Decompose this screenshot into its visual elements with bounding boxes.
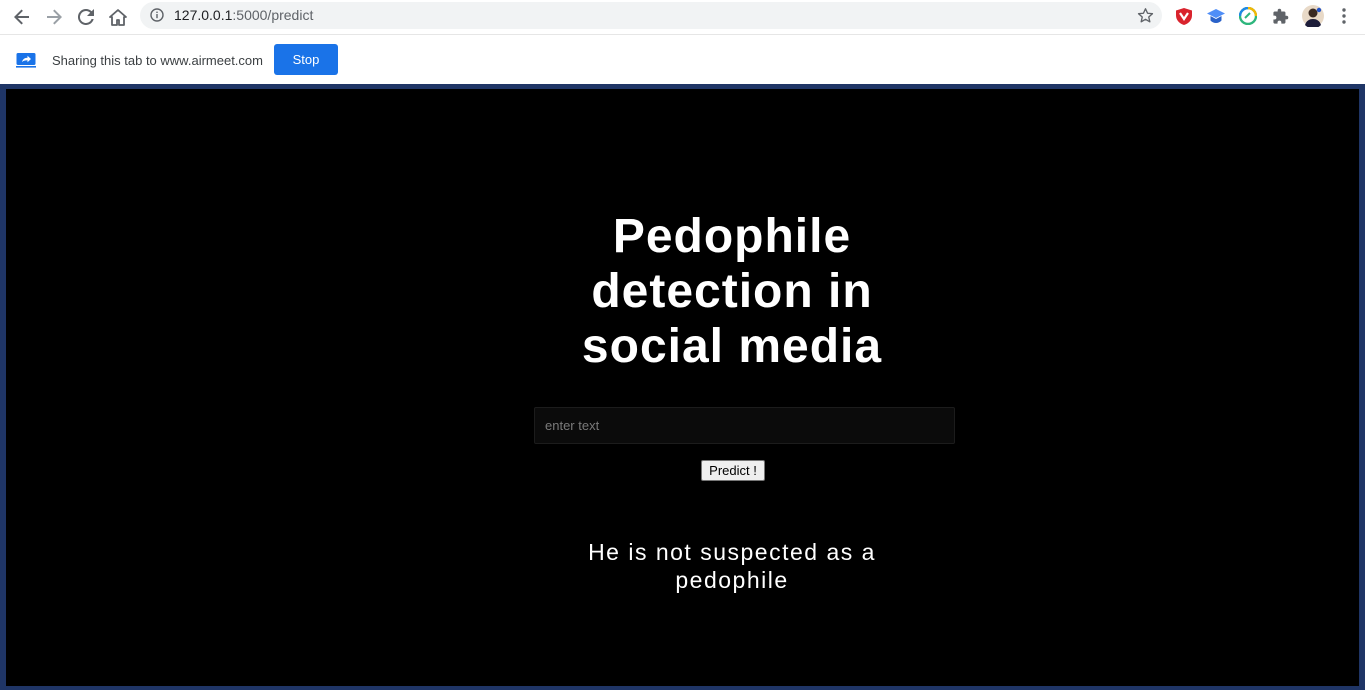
page-content: Pedophile detection in social media Pred… [6, 89, 1359, 686]
url-path: :5000/predict [232, 7, 314, 23]
back-arrow-icon [14, 9, 29, 25]
reload-icon [78, 9, 94, 25]
address-bar[interactable]: 127.0.0.1:5000/predict [140, 2, 1162, 29]
prediction-result: He is not suspected as a pedophile [588, 539, 876, 593]
forward-button[interactable] [40, 3, 68, 31]
home-icon [109, 8, 127, 26]
grammarly-extension-button[interactable] [1237, 5, 1259, 27]
kebab-menu-icon [1342, 8, 1346, 24]
graduation-extension-button[interactable] [1205, 5, 1227, 27]
url-text[interactable]: 127.0.0.1:5000/predict [174, 7, 313, 23]
page-frame: Pedophile detection in social media Pred… [0, 84, 1365, 690]
star-icon[interactable] [1137, 7, 1154, 24]
extensions-button[interactable] [1269, 5, 1291, 27]
back-button[interactable] [8, 3, 36, 31]
graduation-cap-extension-icon [1207, 8, 1225, 23]
screen-share-icon [16, 53, 36, 68]
page-title: Pedophile detection in social media [581, 210, 883, 373]
prediction-result-wrap: He is not suspected as a pedophile [6, 538, 1365, 594]
sharing-message: Sharing this tab to www.airmeet.com [52, 53, 263, 68]
puzzle-extensions-icon [1272, 8, 1288, 24]
home-button[interactable] [104, 3, 132, 31]
tab-sharing-bar: Sharing this tab to www.airmeet.com Stop [0, 34, 1365, 84]
profile-button[interactable] [1301, 4, 1325, 28]
predict-button[interactable]: Predict ! [701, 460, 765, 481]
forward-arrow-icon [47, 9, 62, 25]
stop-sharing-button[interactable]: Stop [274, 44, 338, 75]
page-title-wrap: Pedophile detection in social media [6, 209, 1365, 374]
browser-menu-button[interactable] [1333, 5, 1355, 27]
shield-extension-icon [1176, 7, 1192, 25]
profile-avatar [1302, 5, 1324, 27]
url-host: 127.0.0.1 [174, 7, 233, 23]
grammarly-extension-icon [1239, 7, 1257, 25]
shield-extension-button[interactable] [1173, 5, 1195, 27]
text-input[interactable] [534, 407, 955, 444]
info-icon[interactable] [150, 8, 164, 22]
reload-button[interactable] [72, 3, 100, 31]
browser-toolbar: 127.0.0.1:5000/predict [0, 0, 1365, 34]
